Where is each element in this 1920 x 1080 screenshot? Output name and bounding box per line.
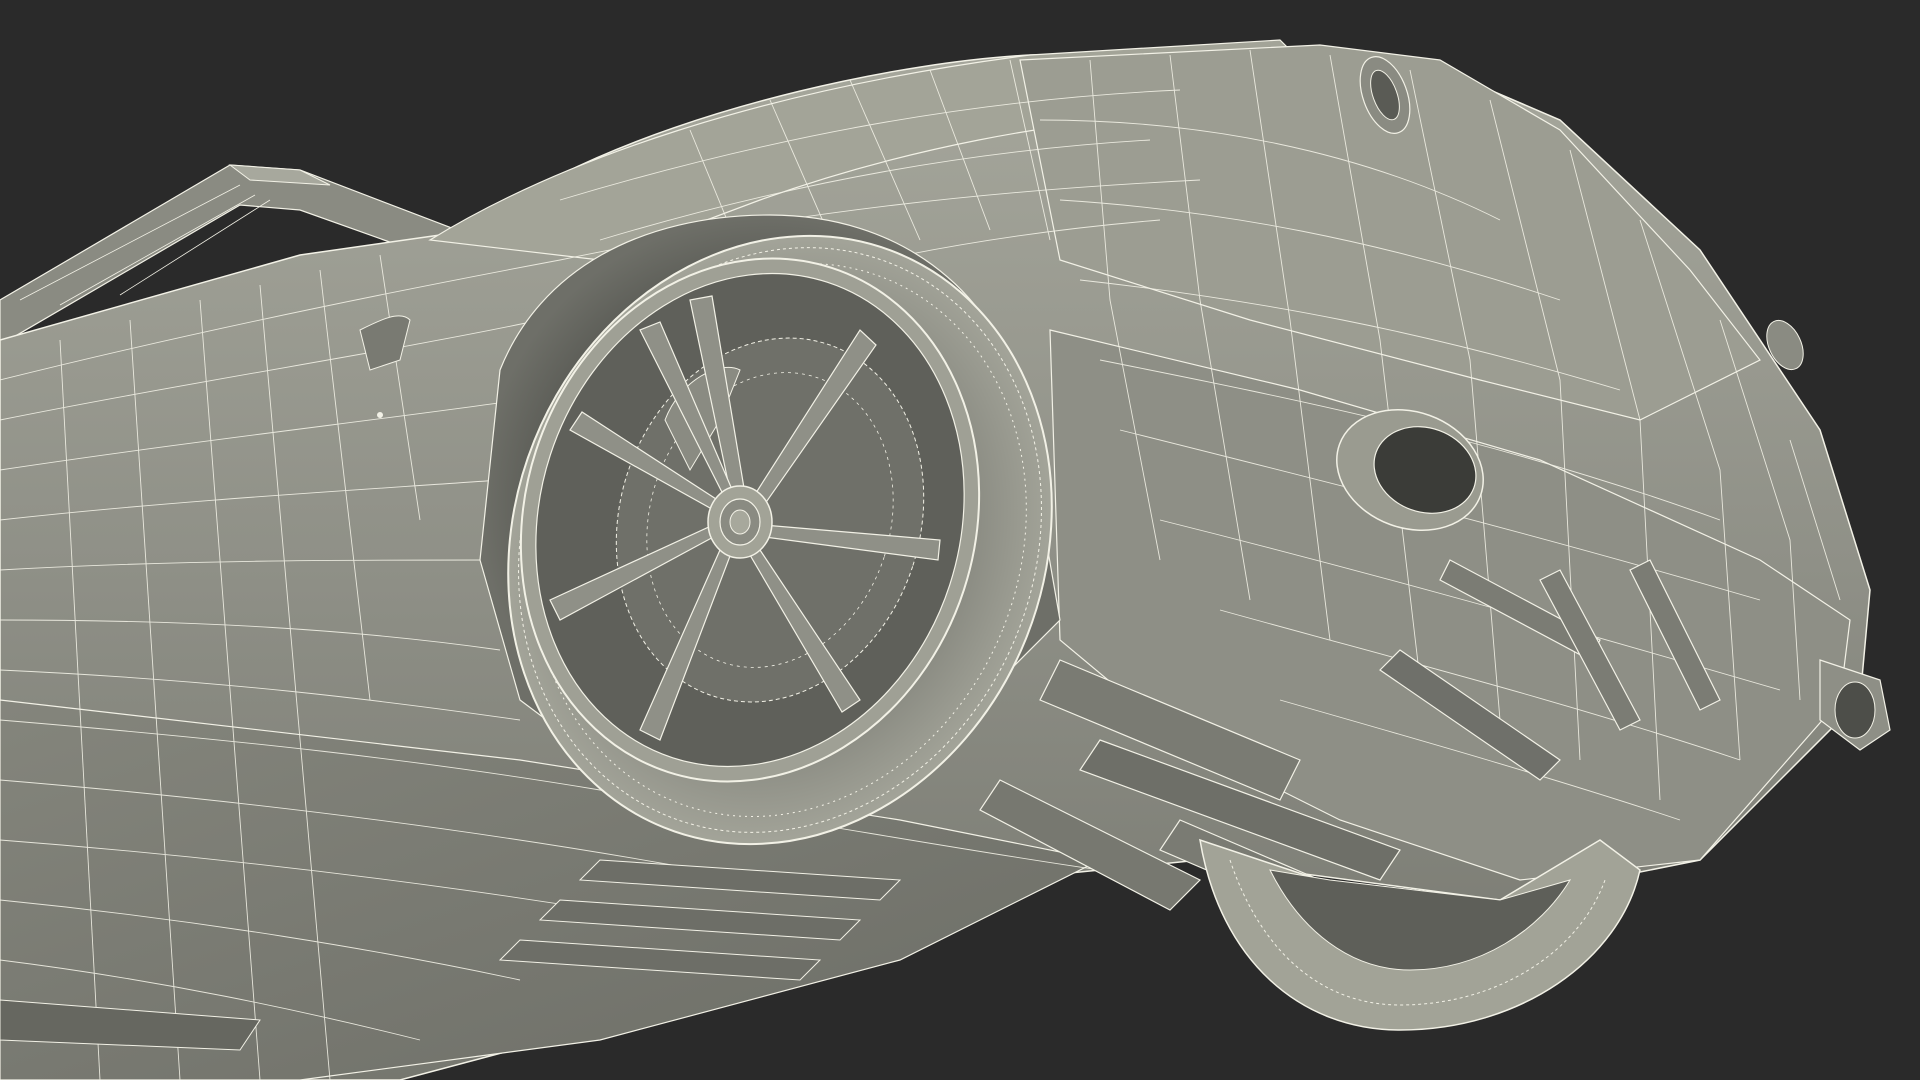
wireframe-render [0, 0, 1920, 1080]
3d-render-viewport [0, 0, 1920, 1080]
